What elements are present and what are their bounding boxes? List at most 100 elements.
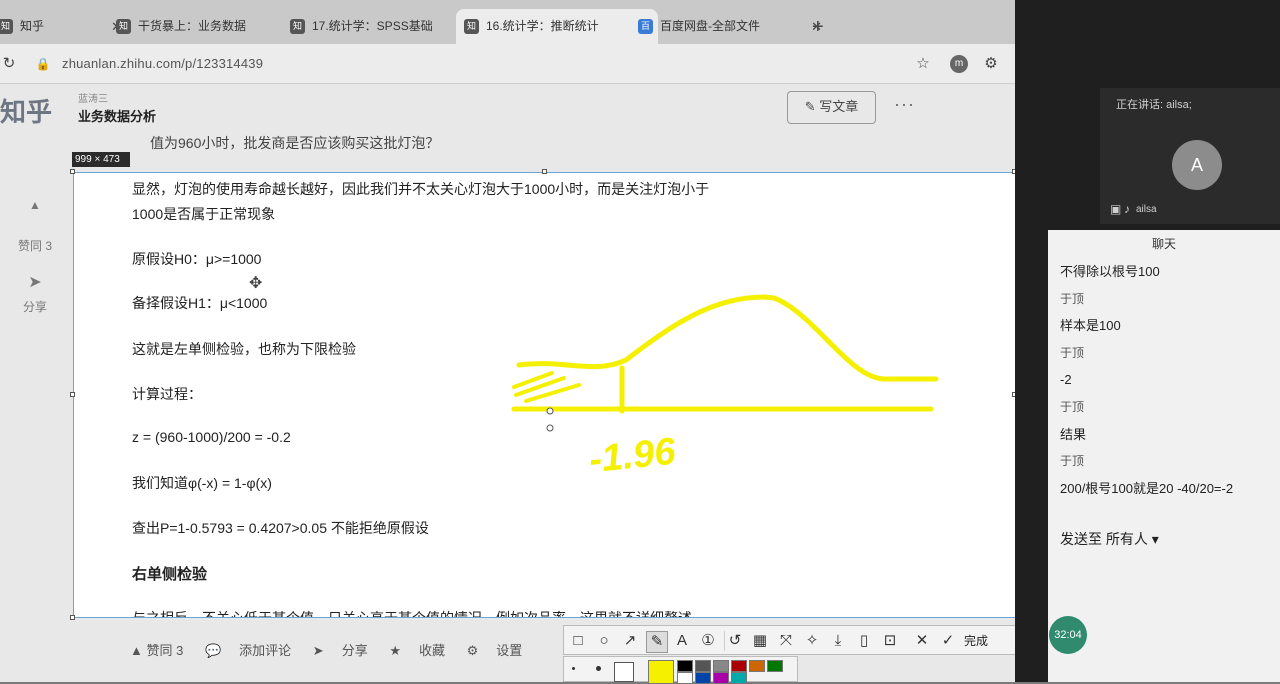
- favorite-icon[interactable]: ★: [389, 643, 401, 658]
- speaker-video[interactable]: 正在讲话: ailsa; A ▣ ♪ ailsa: [1100, 88, 1280, 224]
- column-title[interactable]: 业务数据分析: [78, 106, 156, 125]
- chat-panel: 聊天 不得除以根号100 于顶 样本是100 于顶 -2 于顶 结果 于顶 20…: [1048, 230, 1280, 682]
- address-bar: ↻ 🔒 zhuanlan.zhihu.com/p/123314439 ☆ m ⚙: [0, 44, 1015, 84]
- user-icon: ▣: [1110, 202, 1122, 216]
- favorite-button[interactable]: 收藏: [419, 643, 445, 658]
- bookmark-icon[interactable]: ⊡: [880, 631, 900, 651]
- download-icon[interactable]: ⤓: [828, 631, 848, 651]
- participant-name: ailsa: [1136, 204, 1157, 215]
- done-button[interactable]: 完成: [964, 631, 988, 651]
- zhihu-logo[interactable]: 知乎: [0, 92, 52, 129]
- tab-label: 百度网盘-全部文件: [660, 19, 760, 33]
- chat-message: 结果: [1060, 427, 1087, 442]
- reload-icon[interactable]: ↻: [0, 55, 18, 73]
- pen-icon[interactable]: ✎: [646, 631, 668, 653]
- color-swatch-cyan[interactable]: [731, 672, 747, 684]
- profile-icon[interactable]: m: [950, 55, 968, 73]
- avatar: A: [1172, 140, 1222, 190]
- chat-title: 聊天: [1151, 237, 1176, 251]
- normal-curve-stroke: [516, 294, 939, 382]
- color-swatch-white[interactable]: [677, 672, 693, 684]
- browser-tab-bar: 知 知乎 ✕ 知 干货暴上：业务数据 ✕ 知 17.统计学：SPSS基础 ✕ 知…: [0, 0, 1015, 44]
- article-text-line: 值为960小时，批发商是否应该购买这批灯泡？: [150, 135, 440, 151]
- share-label[interactable]: 分享: [0, 298, 70, 315]
- close-icon[interactable]: ✕: [912, 631, 932, 651]
- chat-message: -2: [1060, 372, 1072, 387]
- color-swatch-silver[interactable]: [713, 660, 729, 672]
- tab-business-data[interactable]: 知 干货暴上：业务数据 ✕: [108, 9, 308, 44]
- comment-icon[interactable]: 💬: [205, 643, 221, 658]
- critical-value-handwriting: -1.96: [586, 430, 678, 482]
- rect-icon[interactable]: □: [568, 631, 588, 651]
- chat-sender: 于顶: [1060, 400, 1085, 414]
- send-to-dropdown[interactable]: 发送至 所有人 ▾: [1060, 529, 1159, 549]
- color-swatch-blue[interactable]: [695, 672, 711, 684]
- upvote-icon[interactable]: ▲: [0, 198, 70, 212]
- color-swatch-gray[interactable]: [695, 660, 711, 672]
- snip-canvas[interactable]: 显然，灯泡的使用寿命越长越好，因此我们并不太关心灯泡大于1000小时，而是关注灯…: [73, 172, 1016, 618]
- add-comment-button[interactable]: 添加评论: [239, 643, 291, 658]
- upvote-count[interactable]: 赞同 3: [0, 237, 70, 254]
- tab-inferential-stats[interactable]: 知 16.统计学：推断统计 ✕: [456, 9, 658, 44]
- author-name[interactable]: 蓝涛三: [78, 90, 108, 105]
- lock-icon[interactable]: 🔒: [34, 55, 52, 73]
- url-input[interactable]: zhuanlan.zhihu.com/p/123314439: [62, 56, 263, 71]
- tab-baidu-pan[interactable]: 百 百度网盘-全部文件 ✕: [630, 9, 830, 44]
- magic-icon[interactable]: ✧: [802, 631, 822, 651]
- selection-size-label: 999 × 473: [72, 152, 130, 167]
- zhihu-favicon-icon: 知: [464, 19, 479, 34]
- brush-size-large[interactable]: [614, 662, 634, 682]
- text-icon[interactable]: A: [672, 631, 692, 651]
- speaking-indicator: 正在讲话: ailsa;: [1116, 99, 1192, 111]
- current-color-swatch[interactable]: [648, 660, 674, 684]
- settings-button[interactable]: 设置: [496, 643, 522, 658]
- write-article-button[interactable]: ✎ 写文章: [787, 91, 876, 124]
- share-button[interactable]: 分享: [342, 643, 368, 658]
- color-swatch-red[interactable]: [731, 660, 747, 672]
- chat-sender: 于顶: [1060, 346, 1085, 360]
- extension-icon[interactable]: ⚙: [982, 55, 1000, 73]
- chat-message: 不得除以根号100: [1060, 264, 1160, 279]
- chat-sender: 于顶: [1060, 454, 1085, 468]
- tab-label: 知乎: [20, 19, 45, 33]
- color-palette: [563, 656, 798, 684]
- zhihu-favicon-icon: 知: [116, 19, 131, 34]
- tab-spss[interactable]: 知 17.统计学：SPSS基础 ✕: [282, 9, 482, 44]
- resize-handle[interactable]: [542, 169, 547, 174]
- number-icon[interactable]: ①: [698, 631, 718, 651]
- undo-icon[interactable]: ↺: [724, 631, 745, 651]
- resize-handle[interactable]: [70, 392, 75, 397]
- color-swatch-green[interactable]: [767, 660, 783, 672]
- check-icon[interactable]: ✓: [938, 631, 958, 651]
- share-icon[interactable]: ➤: [0, 272, 70, 292]
- ellipse-icon[interactable]: ○: [594, 631, 614, 651]
- settings-icon[interactable]: ⚙: [467, 643, 479, 658]
- elapsed-time-badge: 32:04: [1049, 616, 1087, 654]
- color-swatch-purple[interactable]: [713, 672, 729, 684]
- more-icon[interactable]: ···: [894, 94, 915, 115]
- bookmark-star-icon[interactable]: ☆: [914, 55, 932, 73]
- write-article-label: 写文章: [819, 99, 859, 114]
- copy-icon[interactable]: ▯: [854, 631, 874, 651]
- color-swatch-orange[interactable]: [749, 660, 765, 672]
- chat-message: 200/根号100就是20 -40/20=-2: [1060, 481, 1234, 496]
- brush-size-small[interactable]: [572, 667, 575, 670]
- article-action-bar: ▲ 赞同 3 💬 添加评论 ➤ 分享 ★ 收藏 ⚙ 设置: [130, 640, 540, 659]
- bottom-upvote[interactable]: ▲ 赞同 3: [130, 643, 183, 658]
- chat-sender: 于顶: [1060, 292, 1085, 306]
- share-icon[interactable]: ➤: [313, 643, 324, 658]
- color-swatch-black[interactable]: [677, 660, 693, 672]
- baidu-favicon-icon: 百: [638, 19, 653, 34]
- arrow-icon[interactable]: ↗: [620, 631, 640, 651]
- shading-strokes: [512, 371, 581, 403]
- yellow-annotation-drawing: [511, 294, 939, 432]
- edit-icon: ✎: [804, 99, 816, 114]
- resize-handle[interactable]: [70, 615, 75, 620]
- tab-label: 16.统计学：推断统计: [486, 19, 599, 33]
- mosaic-icon[interactable]: ▦: [750, 631, 770, 651]
- brush-size-medium[interactable]: [596, 666, 601, 671]
- resize-handle[interactable]: [70, 169, 75, 174]
- anchor-handle: [546, 407, 554, 415]
- pin-icon[interactable]: ⤧: [776, 631, 796, 651]
- new-tab-button[interactable]: +: [812, 17, 824, 37]
